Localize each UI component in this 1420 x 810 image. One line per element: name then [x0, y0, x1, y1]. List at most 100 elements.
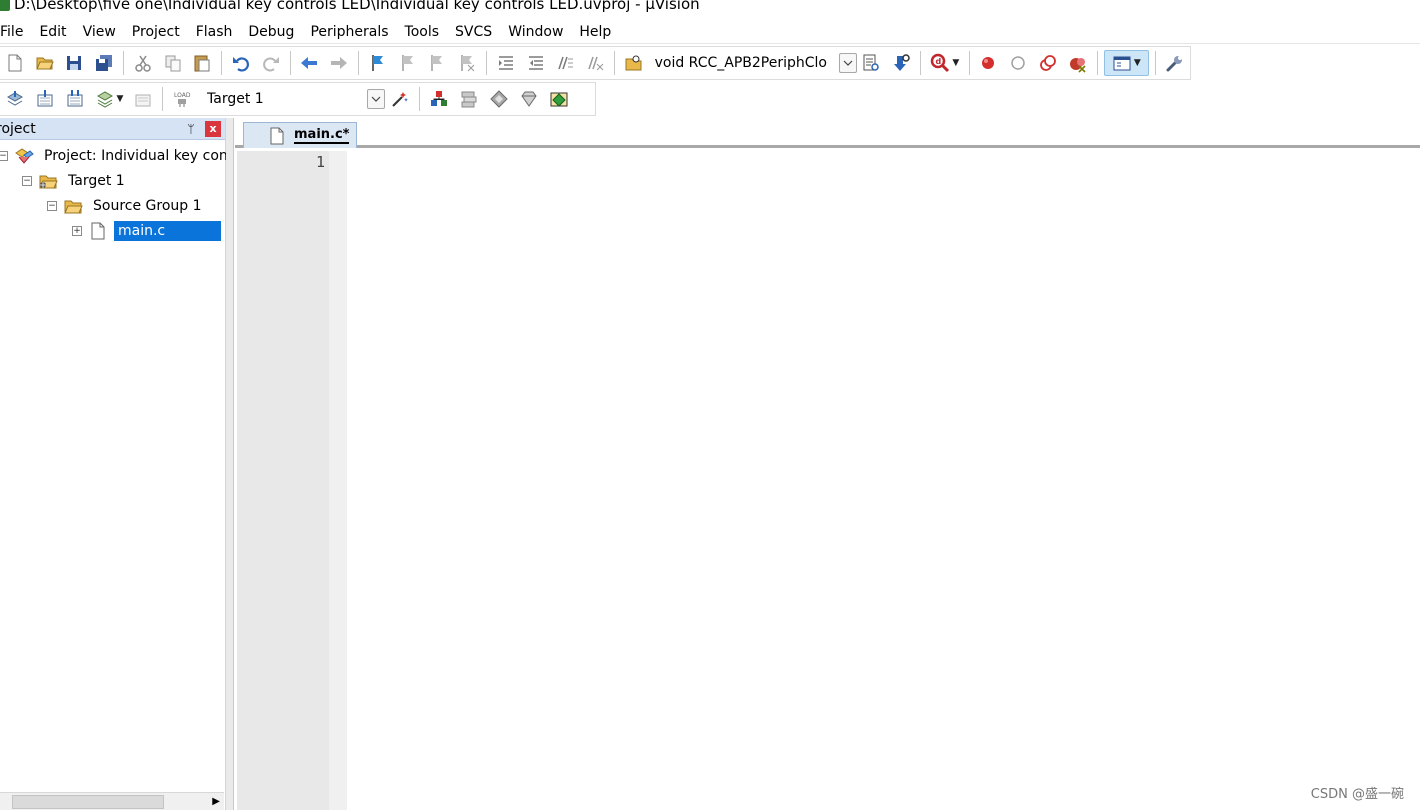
redo-button[interactable]: [258, 50, 284, 76]
watermark: CSDN @盛一碗: [1310, 787, 1404, 802]
unindent-icon: [528, 56, 543, 70]
diamond-pack-icon: [490, 90, 508, 108]
window-layout-icon: [1113, 56, 1131, 71]
download-button[interactable]: LOAD: [169, 86, 195, 112]
insert-bookmark-button[interactable]: [365, 50, 391, 76]
line-number: 1: [315, 153, 325, 171]
navigate-back-button[interactable]: [297, 50, 323, 76]
expand-icon[interactable]: +: [72, 226, 82, 236]
toolbar-separator: [221, 51, 223, 75]
tree-node-source-group[interactable]: − Source Group 1: [47, 194, 206, 218]
toolbar-separator: [485, 51, 487, 75]
manage-project-items-button[interactable]: [426, 86, 452, 112]
save-disk-icon: [67, 56, 82, 70]
kill-all-breakpoints-button[interactable]: [1065, 50, 1091, 76]
uncomment-button[interactable]: [582, 50, 608, 76]
select-software-packs-button[interactable]: [486, 86, 512, 112]
tree-node-project[interactable]: − Project: Individual key cont: [0, 144, 237, 168]
find-next-button[interactable]: [888, 50, 914, 76]
collapse-icon[interactable]: −: [47, 201, 57, 211]
window-layout-button[interactable]: ▼: [1103, 50, 1150, 76]
wrench-icon: [1166, 56, 1182, 72]
project-icon: [14, 147, 34, 165]
toolbar-separator: [1096, 51, 1098, 75]
clear-bookmarks-button[interactable]: [454, 50, 480, 76]
copy-button[interactable]: [160, 50, 186, 76]
run-time-environment-button[interactable]: [546, 86, 572, 112]
find-function-combo-dropdown[interactable]: [838, 53, 857, 73]
select-target-combo-dropdown[interactable]: [367, 89, 385, 109]
find-in-files-button[interactable]: [621, 50, 647, 76]
save-all-button[interactable]: [91, 50, 117, 76]
code-editor[interactable]: [347, 151, 1420, 810]
menu-debug[interactable]: Debug: [240, 20, 302, 44]
comment-button[interactable]: [552, 50, 578, 76]
tree-node-target[interactable]: − Target 1: [22, 169, 129, 193]
navigate-forward-button[interactable]: [326, 50, 352, 76]
editor-area: main.c* 1: [235, 118, 1420, 810]
scrollbar-thumb[interactable]: [12, 795, 164, 809]
previous-bookmark-button[interactable]: [395, 50, 421, 76]
next-bookmark-button[interactable]: [424, 50, 450, 76]
breakpoints-kill-all-icon: [1069, 58, 1086, 73]
new-file-button[interactable]: [2, 50, 28, 76]
paste-button[interactable]: [189, 50, 215, 76]
copy-icon: [165, 55, 181, 72]
tree-label-project: Project: Individual key cont: [44, 148, 234, 164]
close-icon[interactable]: x: [205, 120, 221, 137]
menu-file[interactable]: File: [0, 20, 31, 44]
unindent-button[interactable]: [523, 50, 549, 76]
undo-button[interactable]: [228, 50, 254, 76]
menu-view[interactable]: View: [75, 20, 124, 44]
select-target-combo-value: Target 1: [207, 91, 264, 107]
translate-button[interactable]: [2, 86, 28, 112]
menu-tools[interactable]: Tools: [397, 20, 448, 44]
tab-main-c[interactable]: main.c*: [243, 122, 357, 148]
target-options-button[interactable]: [387, 86, 413, 112]
indent-icon: [498, 56, 513, 70]
stop-build-button[interactable]: [130, 86, 156, 112]
rebuild-icon: [67, 90, 83, 107]
toolbar-separator: [968, 51, 970, 75]
caret-down-icon: ▼: [116, 94, 124, 104]
scroll-right-arrow-icon[interactable]: ▶: [212, 796, 220, 807]
indent-button[interactable]: [493, 50, 519, 76]
build-button[interactable]: [32, 86, 58, 112]
menu-help[interactable]: Help: [571, 20, 619, 44]
open-file-button[interactable]: [32, 50, 58, 76]
c-file-icon: [88, 222, 108, 240]
configure-button[interactable]: [1162, 50, 1188, 76]
insert-breakpoint-button[interactable]: [976, 50, 1002, 76]
menu-project[interactable]: Project: [124, 20, 188, 44]
menu-peripherals[interactable]: Peripherals: [302, 20, 396, 44]
disable-breakpoint-button[interactable]: [1005, 50, 1031, 76]
project-panel-horizontal-scrollbar[interactable]: ▶: [0, 792, 224, 810]
menu-bar: File Edit View Project Flash Debug Perip…: [0, 20, 1420, 44]
rebuild-button[interactable]: [62, 86, 88, 112]
manage-components-button[interactable]: [456, 86, 482, 112]
line-number-gutter: 1: [237, 151, 329, 810]
pin-icon[interactable]: ᛘ: [183, 121, 199, 137]
cut-button[interactable]: [130, 50, 156, 76]
incremental-find-button[interactable]: [859, 50, 885, 76]
batch-build-button[interactable]: ▼: [92, 86, 126, 112]
menu-window[interactable]: Window: [500, 20, 571, 44]
file-toolbar: void RCC_APB2PeriphClo d ▼ ▼: [0, 46, 1191, 80]
scissors-icon: [135, 55, 151, 72]
debug-session-button[interactable]: d ▼: [927, 50, 963, 76]
pack-installer-button[interactable]: [516, 86, 542, 112]
menu-flash[interactable]: Flash: [188, 20, 241, 44]
build-icon: [37, 90, 53, 107]
paste-clipboard-icon: [194, 55, 210, 72]
menu-svcs[interactable]: SVCS: [447, 20, 500, 44]
find-function-combo[interactable]: void RCC_APB2PeriphClo: [650, 51, 857, 75]
bookmark-clear-icon: [461, 55, 475, 72]
tree-node-file[interactable]: + main.c: [72, 219, 221, 243]
menu-edit[interactable]: Edit: [31, 20, 74, 44]
panel-splitter[interactable]: [226, 118, 234, 810]
collapse-icon[interactable]: −: [0, 151, 8, 161]
select-target-combo[interactable]: Target 1: [203, 87, 385, 111]
collapse-icon[interactable]: −: [22, 176, 32, 186]
save-button[interactable]: [61, 50, 87, 76]
disable-all-breakpoints-button[interactable]: [1035, 50, 1061, 76]
